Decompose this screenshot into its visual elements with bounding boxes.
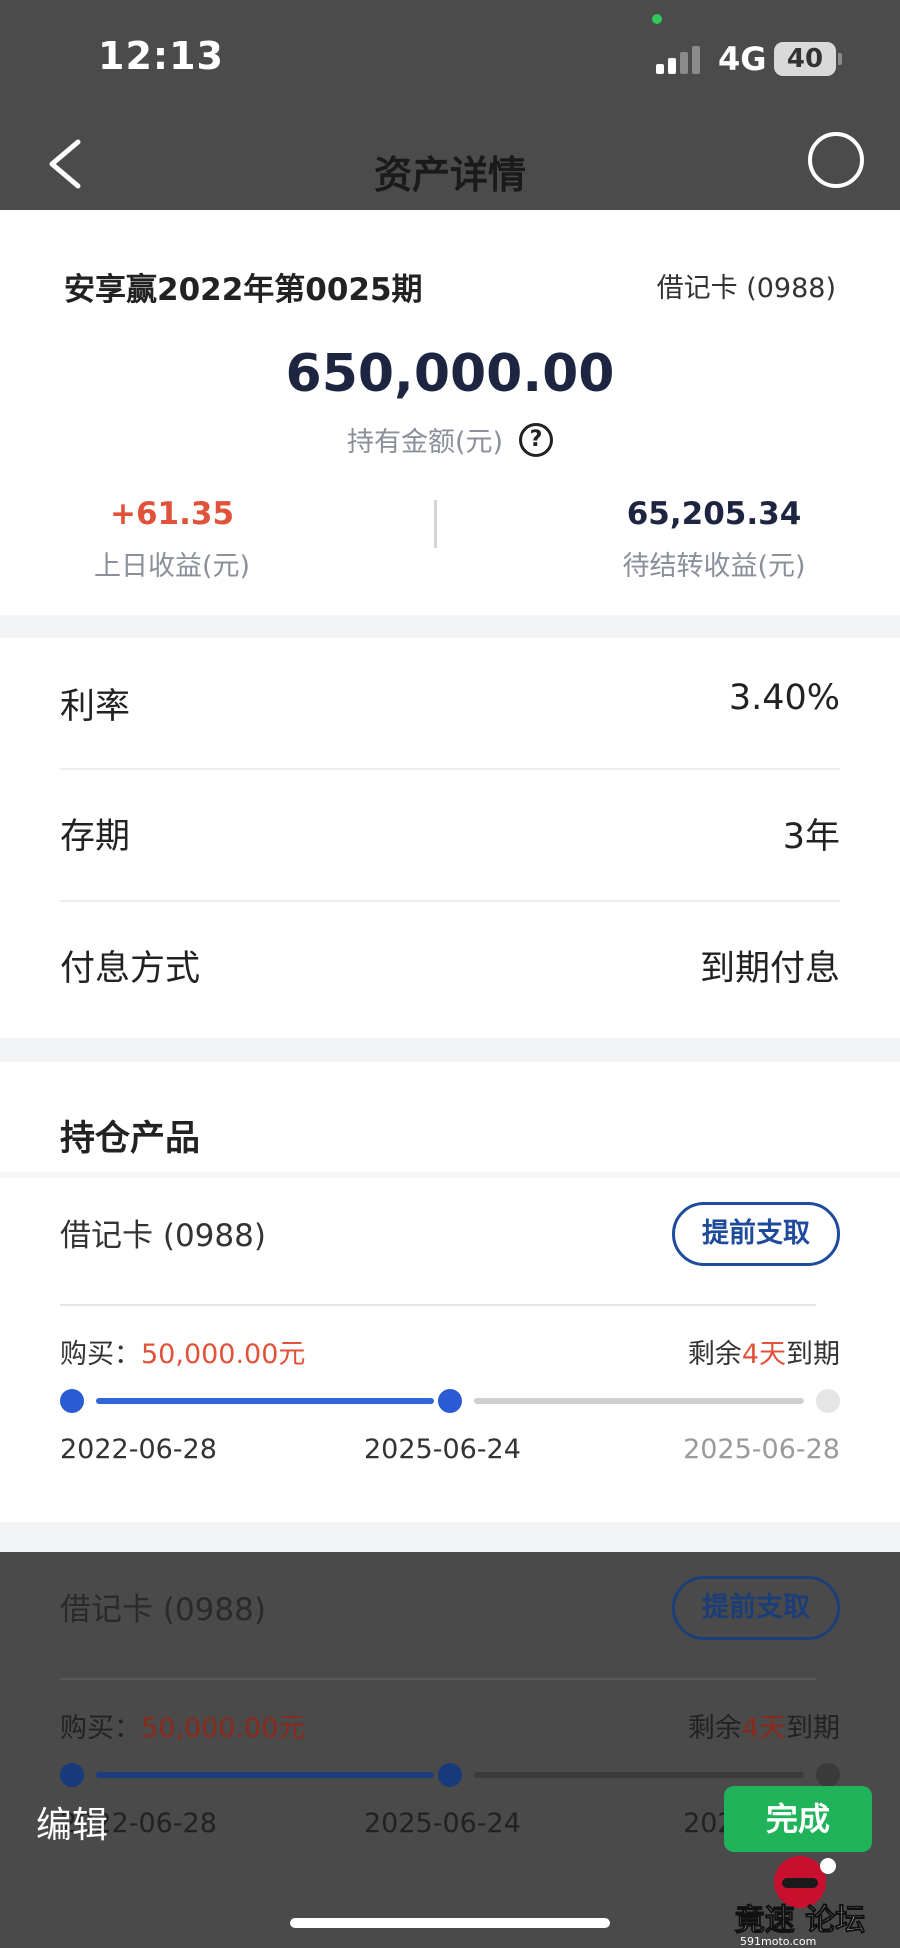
timeline-current-dot (438, 1763, 462, 1787)
help-icon[interactable]: ? (519, 422, 554, 457)
timeline-progress-bar (96, 1398, 434, 1404)
buy-row: 购买：50,000.00元 (60, 1706, 305, 1745)
remaining-row: 剩余4天到期 (688, 1332, 840, 1371)
status-time: 12:13 (98, 34, 224, 78)
yesterday-earning-label: 上日收益(元) (93, 551, 251, 582)
timeline-current-dot (438, 1389, 462, 1413)
detail-row-interest-method: 付息方式 到期付息 (60, 900, 840, 1028)
timeline-end-dot (816, 1389, 840, 1413)
buy-label: 购买： (60, 1713, 141, 1744)
battery-tip (838, 53, 842, 65)
remain-suffix: 到期 (786, 1339, 840, 1370)
buy-amount: 50,000.00元 (141, 1713, 306, 1744)
detail-key: 存期 (60, 817, 131, 857)
remain-days: 4天 (741, 1339, 786, 1370)
detail-key: 利率 (60, 687, 131, 727)
remain-prefix: 剩余 (687, 1713, 742, 1744)
remaining-row: 剩余4天到期 (688, 1706, 840, 1745)
page-title: 资产详情 (373, 153, 526, 197)
product-details-card: 利率 3.40% 存期 3年 付息方式 到期付息 (0, 638, 900, 1038)
early-withdraw-button[interactable]: 提前支取 (672, 1576, 840, 1640)
holding-amount-label-row: 持有金额(元)? (0, 420, 900, 461)
forum-watermark-logo: 竟速 论坛 591moto.com (700, 1848, 900, 1948)
buy-amount: 50,000.00元 (141, 1339, 306, 1370)
term-timeline (60, 1760, 840, 1790)
detail-value: 3年 (782, 817, 840, 857)
svg-text:591moto.com: 591moto.com (740, 1935, 816, 1948)
svg-text:竟速 论坛: 竟速 论坛 (735, 1903, 865, 1938)
holding-card-label: 借记卡 (0988) (60, 1218, 266, 1254)
detail-value: 3.40% (728, 678, 840, 718)
battery-icon: 40 (774, 42, 836, 76)
edit-button[interactable]: 编辑 (36, 1796, 108, 1848)
nav-bar: 资产详情 (0, 118, 900, 210)
holdings-title: 持仓产品 (60, 1119, 201, 1159)
status-bar: 12:13 4G 40 (0, 0, 900, 118)
summary-divider (434, 500, 437, 548)
detail-value: 到期付息 (699, 949, 840, 989)
timeline-remaining-bar (474, 1398, 804, 1404)
holding-amount: 650,000.00 (285, 344, 615, 404)
asset-summary-card: 安享赢2022年第0025期 借记卡 (0988) 650,000.00 持有金… (0, 210, 900, 615)
maturity-date: 2025-06-28 (683, 1434, 840, 1465)
product-name: 安享赢2022年第0025期 (64, 272, 423, 308)
current-date: 2025-06-24 (364, 1434, 521, 1465)
detail-row-term: 存期 3年 (60, 768, 840, 896)
timeline-start-dot (60, 1389, 84, 1413)
done-button[interactable]: 完成 (724, 1786, 872, 1852)
timeline-end-dot (816, 1763, 840, 1787)
account-card-label: 借记卡 (0988) (656, 273, 836, 304)
timeline-remaining-bar (474, 1772, 804, 1778)
holdings-card: 持仓产品 借记卡 (0988) 提前支取 购买：50,000.00元 剩余4天到… (0, 1062, 900, 1522)
detail-key: 付息方式 (60, 949, 201, 989)
holding-divider (60, 1304, 816, 1306)
remain-suffix: 到期 (786, 1713, 840, 1744)
start-date: 2022-06-28 (60, 1434, 217, 1465)
detail-row-rate: 利率 3.40% (60, 638, 840, 766)
holding-item: 借记卡 (0988) 提前支取 购买：50,000.00元 剩余4天到期 202… (0, 1178, 900, 1478)
holding-amount-label: 持有金额(元) (346, 427, 504, 458)
buy-row: 购买：50,000.00元 (60, 1332, 305, 1371)
network-type: 4G (718, 40, 767, 78)
holding-divider (60, 1678, 816, 1680)
remain-days: 4天 (741, 1713, 786, 1744)
more-button[interactable] (808, 132, 864, 188)
pending-earning-label: 待结转收益(元) (622, 551, 806, 582)
yesterday-earning-value: +61.35 (109, 496, 235, 532)
term-timeline (60, 1386, 840, 1416)
holding-card-label: 借记卡 (0988) (60, 1592, 266, 1628)
buy-label: 购买： (60, 1339, 141, 1370)
current-date: 2025-06-24 (364, 1808, 521, 1839)
timeline-progress-bar (96, 1772, 434, 1778)
timeline-start-dot (60, 1763, 84, 1787)
home-indicator (290, 1918, 610, 1928)
recording-indicator (652, 14, 662, 24)
battery-level: 40 (786, 44, 824, 74)
remain-prefix: 剩余 (687, 1339, 742, 1370)
signal-icon (656, 44, 702, 74)
pending-earning-value: 65,205.34 (626, 496, 802, 532)
early-withdraw-button[interactable]: 提前支取 (672, 1202, 840, 1266)
